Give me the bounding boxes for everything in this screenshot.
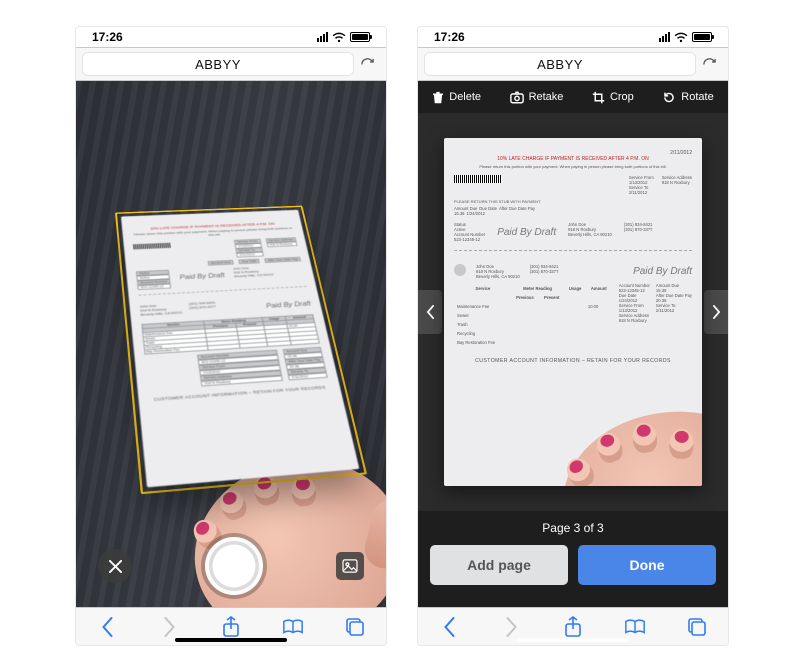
bookmarks-icon[interactable]	[278, 612, 308, 642]
next-page-button[interactable]	[704, 290, 728, 334]
share-icon[interactable]	[216, 612, 246, 642]
status-time: 17:26	[434, 30, 465, 44]
status-bar: 17:26	[76, 27, 386, 47]
shutter-button[interactable]	[205, 537, 263, 595]
page-title[interactable]: ABBYY	[424, 52, 696, 76]
paper-bill: 10% LATE CHARGE IF PAYMENT IS RECEIVED A…	[121, 210, 359, 488]
status-time: 17:26	[92, 30, 123, 44]
gallery-button[interactable]	[336, 552, 364, 580]
cell-signal-icon	[659, 32, 670, 42]
safari-address-bar: ABBYY	[76, 47, 386, 81]
bookmarks-icon[interactable]	[620, 612, 650, 642]
phone-review: 17:26 ABBYY Delete Retake Crop	[417, 26, 729, 646]
reload-button[interactable]	[696, 57, 722, 72]
home-indicator	[517, 638, 629, 642]
home-indicator	[175, 638, 287, 642]
status-bar: 17:26	[418, 27, 728, 47]
cancel-button[interactable]	[98, 549, 132, 583]
delete-button[interactable]: Delete	[432, 91, 481, 104]
hand	[554, 401, 702, 486]
detected-document: 10% LATE CHARGE IF PAYMENT IS RECEIVED A…	[133, 175, 329, 491]
barcode	[133, 243, 171, 250]
back-icon[interactable]	[434, 612, 464, 642]
camera-controls	[76, 537, 386, 595]
page-title[interactable]: ABBYY	[82, 52, 354, 76]
safari-address-bar: ABBYY	[418, 47, 728, 81]
page-indicator: Page 3 of 3	[418, 511, 728, 535]
scanned-page[interactable]: 2/11/2012 10% LATE CHARGE IF PAYMENT IS …	[444, 138, 702, 486]
phone-capture: 17:26 ABBYY 10% LATE CHARGE IF PAYMEN	[75, 26, 387, 646]
review-body: 2/11/2012 10% LATE CHARGE IF PAYMENT IS …	[418, 113, 728, 511]
review-footer: Page 3 of 3 Add page Done	[418, 511, 728, 607]
wifi-icon	[674, 32, 688, 43]
rotate-button[interactable]: Rotate	[662, 91, 713, 104]
prev-page-button[interactable]	[418, 290, 442, 334]
seal-icon	[454, 264, 466, 276]
review-toolbar: Delete Retake Crop Rotate	[418, 81, 728, 113]
tabs-icon[interactable]	[682, 612, 712, 642]
retake-button[interactable]: Retake	[510, 91, 564, 104]
barcode	[454, 175, 502, 183]
forward-icon	[496, 612, 526, 642]
share-icon[interactable]	[558, 612, 588, 642]
camera-viewport: 10% LATE CHARGE IF PAYMENT IS RECEIVED A…	[76, 81, 386, 607]
forward-icon	[154, 612, 184, 642]
cell-signal-icon	[317, 32, 328, 42]
battery-icon	[692, 32, 712, 42]
reload-button[interactable]	[354, 57, 380, 72]
add-page-button[interactable]: Add page	[430, 545, 568, 585]
tabs-icon[interactable]	[340, 612, 370, 642]
battery-icon	[350, 32, 370, 42]
wifi-icon	[332, 32, 346, 43]
done-button[interactable]: Done	[578, 545, 716, 585]
back-icon[interactable]	[92, 612, 122, 642]
review-viewport: Delete Retake Crop Rotate 2/11/2012 10% …	[418, 81, 728, 607]
crop-button[interactable]: Crop	[592, 91, 634, 104]
